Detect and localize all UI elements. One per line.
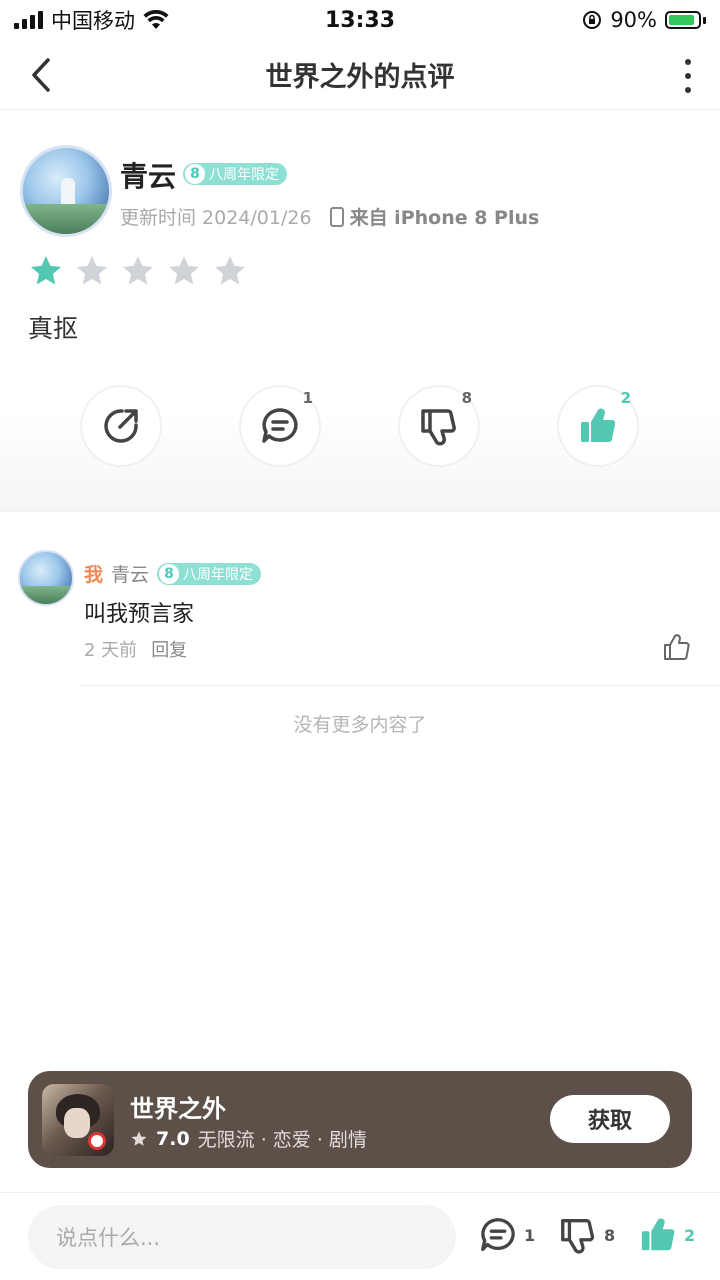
nav-bar: 世界之外的点评 <box>0 40 720 110</box>
share-icon <box>104 409 138 443</box>
comment-item: 我 青云 8 八周年限定 叫我预言家 2 天前 回复 <box>0 540 720 686</box>
no-more-text: 没有更多内容了 <box>293 714 427 736</box>
like-button[interactable]: 2 <box>557 385 639 467</box>
phone-icon <box>329 206 344 227</box>
game-cover[interactable] <box>42 1084 114 1156</box>
carrier: 中国移动 <box>51 9 135 33</box>
badge-label: 八周年限定 <box>209 167 279 183</box>
star-filled-icon <box>31 256 61 285</box>
comment-header: 我 青云 8 八周年限定 <box>84 560 262 587</box>
avatar[interactable] <box>20 145 112 237</box>
bottom-comment-count: 1 <box>524 1225 536 1245</box>
thumbs-down-icon <box>561 1219 595 1254</box>
status-left: 中国移动 <box>14 5 169 35</box>
game-card[interactable]: 世界之外 7.0 无限流 · 恋爱 · 剧情 获取 <box>28 1071 692 1168</box>
game-tags: 无限流 · 恋爱 · 剧情 <box>197 1129 367 1151</box>
status-bar: 中国移动 13:33 90% <box>0 0 720 40</box>
status-right: 90% <box>582 8 706 32</box>
rating-stars <box>28 253 248 289</box>
page-title: 世界之外的点评 <box>265 62 455 93</box>
me-tag: 我 <box>84 564 104 586</box>
comment-button[interactable]: 1 <box>239 385 321 467</box>
battery-percent: 90% <box>610 8 657 32</box>
review-section: 青云 8 八周年限定 更新时间 2024/01/26 来自 iPhone 8 P… <box>0 111 720 511</box>
device-label: 来自 iPhone 8 Plus <box>349 207 540 229</box>
bottom-comment-button[interactable]: 1 <box>478 1215 535 1255</box>
get-button[interactable]: 获取 <box>550 1095 670 1143</box>
game-info: 7.0 无限流 · 恋爱 · 剧情 <box>130 1125 367 1152</box>
star-empty-icon <box>77 256 107 285</box>
more-icon[interactable] <box>678 56 698 96</box>
device-info: 来自 iPhone 8 Plus <box>329 203 540 230</box>
comment-like-icon[interactable] <box>662 632 692 662</box>
star-empty-icon <box>215 256 245 285</box>
bottom-dislike-button[interactable]: 8 <box>558 1215 615 1255</box>
comment-avatar[interactable] <box>18 550 74 606</box>
comment-badge-number: 8 <box>159 563 180 584</box>
signal-icon <box>14 11 43 29</box>
comment-count: 1 <box>302 389 313 407</box>
comment-icon <box>262 408 298 443</box>
comment-icon <box>481 1218 515 1251</box>
like-count: 2 <box>620 389 631 407</box>
comment-badge: 8 八周年限定 <box>157 562 262 585</box>
review-meta: 更新时间 2024/01/26 来自 iPhone 8 Plus <box>120 203 539 230</box>
review-user-name[interactable]: 青云 <box>120 155 176 195</box>
comment-user-name[interactable]: 青云 <box>111 560 149 587</box>
comment-input[interactable]: 说点什么... <box>28 1205 456 1269</box>
thumbs-down-icon <box>421 409 456 446</box>
bottom-like-count: 2 <box>684 1225 696 1245</box>
review-text: 真抠 <box>28 314 79 343</box>
comment-time: 2 天前 <box>84 640 138 661</box>
thumbs-up-icon <box>641 1218 675 1251</box>
orientation-lock-icon <box>583 11 602 29</box>
battery-icon <box>665 11 706 29</box>
game-score: 7.0 <box>156 1127 190 1150</box>
share-button[interactable] <box>80 385 162 467</box>
bottom-dislike-count: 8 <box>604 1225 616 1245</box>
back-icon[interactable] <box>24 55 64 95</box>
anniversary-badge: 8 八周年限定 <box>183 163 287 185</box>
update-time: 更新时间 2024/01/26 <box>120 207 312 229</box>
dislike-count: 8 <box>461 389 472 407</box>
dislike-button[interactable]: 8 <box>398 385 480 467</box>
bottom-like-button[interactable]: 2 <box>638 1215 695 1255</box>
comment-text: 叫我预言家 <box>84 602 195 627</box>
comment-badge-label: 八周年限定 <box>183 566 254 583</box>
comment-divider <box>80 685 720 686</box>
wifi-icon <box>143 10 169 29</box>
section-divider <box>0 511 720 512</box>
bottom-bar: 说点什么... 1 8 2 <box>0 1192 720 1280</box>
thumbs-up-icon <box>581 408 616 442</box>
badge-number: 8 <box>185 164 205 184</box>
reply-button[interactable]: 回复 <box>151 636 187 662</box>
comment-footer: 2 天前 回复 <box>84 636 187 662</box>
game-name: 世界之外 <box>130 1095 226 1123</box>
star-empty-icon <box>123 256 153 285</box>
star-empty-icon <box>169 256 199 285</box>
review-actions: 1 8 2 <box>0 385 720 469</box>
star-icon <box>131 1131 147 1146</box>
